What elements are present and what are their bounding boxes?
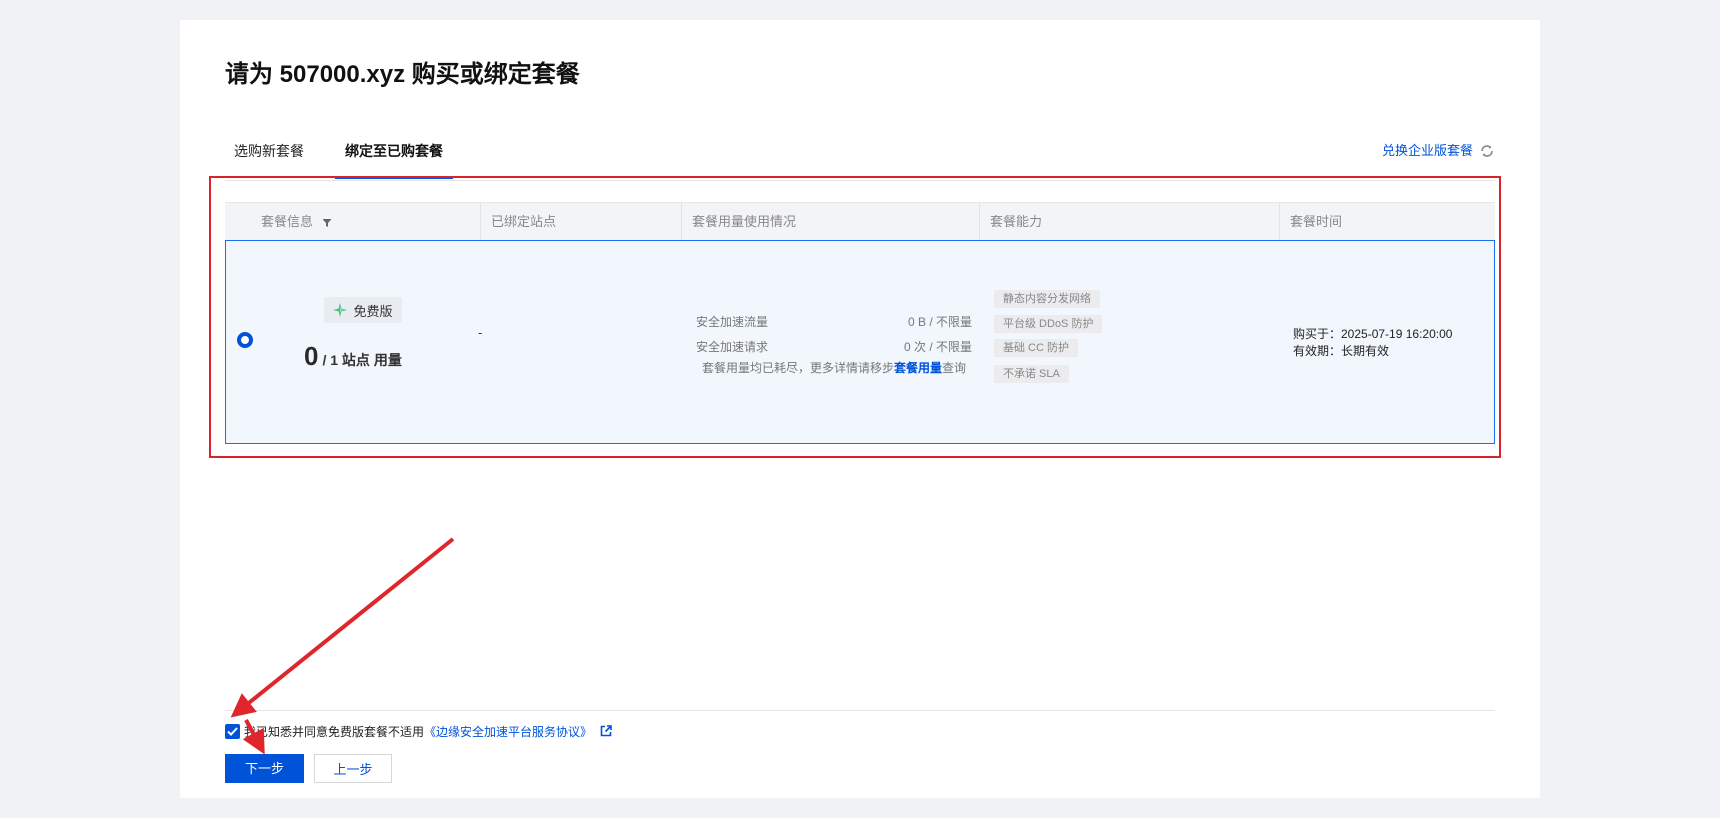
usage-requests-value: 0 次 / 不限量 <box>903 340 972 354</box>
usage-details-link[interactable]: 套餐用量 <box>894 361 942 375</box>
filter-icon[interactable] <box>322 218 332 228</box>
sparkle-icon <box>333 303 348 317</box>
agreement-row: 我已知悉并同意免费版套餐不适用 《边缘安全加速平台服务协议》 <box>225 722 612 740</box>
tab-bar: 选购新套餐 绑定至已购套餐 兑换企业版套餐 <box>225 126 1495 181</box>
usage-traffic-value: 0 B / 不限量 <box>907 315 972 329</box>
agreement-text: 我已知悉并同意免费版套餐不适用 <box>244 724 425 739</box>
col-plan-info-label: 套餐信息 <box>261 214 314 229</box>
redeem-enterprise-link[interactable]: 兑换企业版套餐 <box>1382 126 1495 176</box>
page-title: 请为 507000.xyz 购买或绑定套餐 <box>225 61 580 88</box>
redeem-enterprise-label: 兑换企业版套餐 <box>1381 143 1473 158</box>
main-panel: 请为 507000.xyz 购买或绑定套餐 选购新套餐 绑定至已购套餐 兑换企业… <box>180 20 1540 798</box>
site-usage-count: 0 <box>304 341 319 371</box>
table-row[interactable]: 免费版 0/ 1 站点 用量 - 安全加速流量 0 B / 不限量 安全加速请求… <box>225 240 1495 444</box>
validity-period: 有效期：长期有效 <box>1293 344 1390 358</box>
agreement-checkbox[interactable] <box>225 723 240 739</box>
previous-step-button[interactable]: 上一步 <box>314 754 392 783</box>
usage-note-suffix: 查询 <box>942 361 967 375</box>
plan-table: 套餐信息 已绑定站点 套餐用量使用情况 套餐能力 套餐时间 免费版 0 / 1 … <box>225 184 1495 448</box>
site-usage: 0/ 1 站点 用量 <box>304 341 402 372</box>
tab-buy-new-plan[interactable]: 选购新套餐 <box>225 126 313 179</box>
next-step-button[interactable]: 下一步 <box>225 754 304 783</box>
refresh-icon[interactable] <box>1479 143 1495 159</box>
usage-traffic-label: 安全加速流量 <box>696 315 769 329</box>
table-header: 套餐信息 已绑定站点 套餐用量使用情况 套餐能力 套餐时间 <box>225 202 1495 241</box>
footer-divider <box>225 710 1495 711</box>
col-usage: 套餐用量使用情况 <box>681 203 979 241</box>
col-plan-time: 套餐时间 <box>1279 203 1495 241</box>
external-link-icon[interactable] <box>600 725 612 737</box>
usage-requests-label: 安全加速请求 <box>696 340 769 354</box>
usage-note-prefix: 套餐用量均已耗尽，更多详情请移步 <box>702 361 895 375</box>
service-agreement-link[interactable]: 《边缘安全加速平台服务协议》 <box>424 723 592 740</box>
site-usage-total: / 1 站点 用量 <box>322 352 402 368</box>
col-bound-sites: 已绑定站点 <box>480 203 681 241</box>
row-select-radio[interactable] <box>237 332 253 348</box>
col-plan-info: 套餐信息 <box>225 203 480 241</box>
capabilities-cell: 静态内容分发网络 平台级 DDoS 防护 基础 CC 防护 不承诺 SLA <box>994 241 1194 443</box>
usage-requests: 安全加速请求 0 次 / 不限量 <box>696 338 972 355</box>
capability-tag: 平台级 DDoS 防护 <box>994 315 1103 333</box>
capability-tag: 静态内容分发网络 <box>994 290 1100 308</box>
usage-traffic: 安全加速流量 0 B / 不限量 <box>696 313 972 330</box>
col-capabilities: 套餐能力 <box>979 203 1279 241</box>
plan-info-cell: 免费版 0/ 1 站点 用量 <box>264 241 464 443</box>
plan-name: 免费版 <box>353 303 393 319</box>
usage-note: 套餐用量均已耗尽，更多详情请移步套餐用量查询 <box>702 359 966 376</box>
usage-cell: 安全加速流量 0 B / 不限量 安全加速请求 0 次 / 不限量 套餐用量均已… <box>696 241 976 443</box>
capability-tag: 不承诺 SLA <box>994 365 1069 383</box>
purchase-time: 购买于：2025-07-19 16:20:00 <box>1293 327 1453 341</box>
plan-badge: 免费版 <box>324 297 402 323</box>
plan-time-cell: 购买于：2025-07-19 16:20:00 有效期：长期有效 <box>1293 241 1483 443</box>
bound-sites-cell: - <box>478 241 658 443</box>
capability-tag: 基础 CC 防护 <box>994 339 1078 357</box>
tab-bind-existing-plan[interactable]: 绑定至已购套餐 <box>335 126 453 179</box>
bound-sites-value: - <box>478 325 483 340</box>
check-icon <box>227 726 238 736</box>
